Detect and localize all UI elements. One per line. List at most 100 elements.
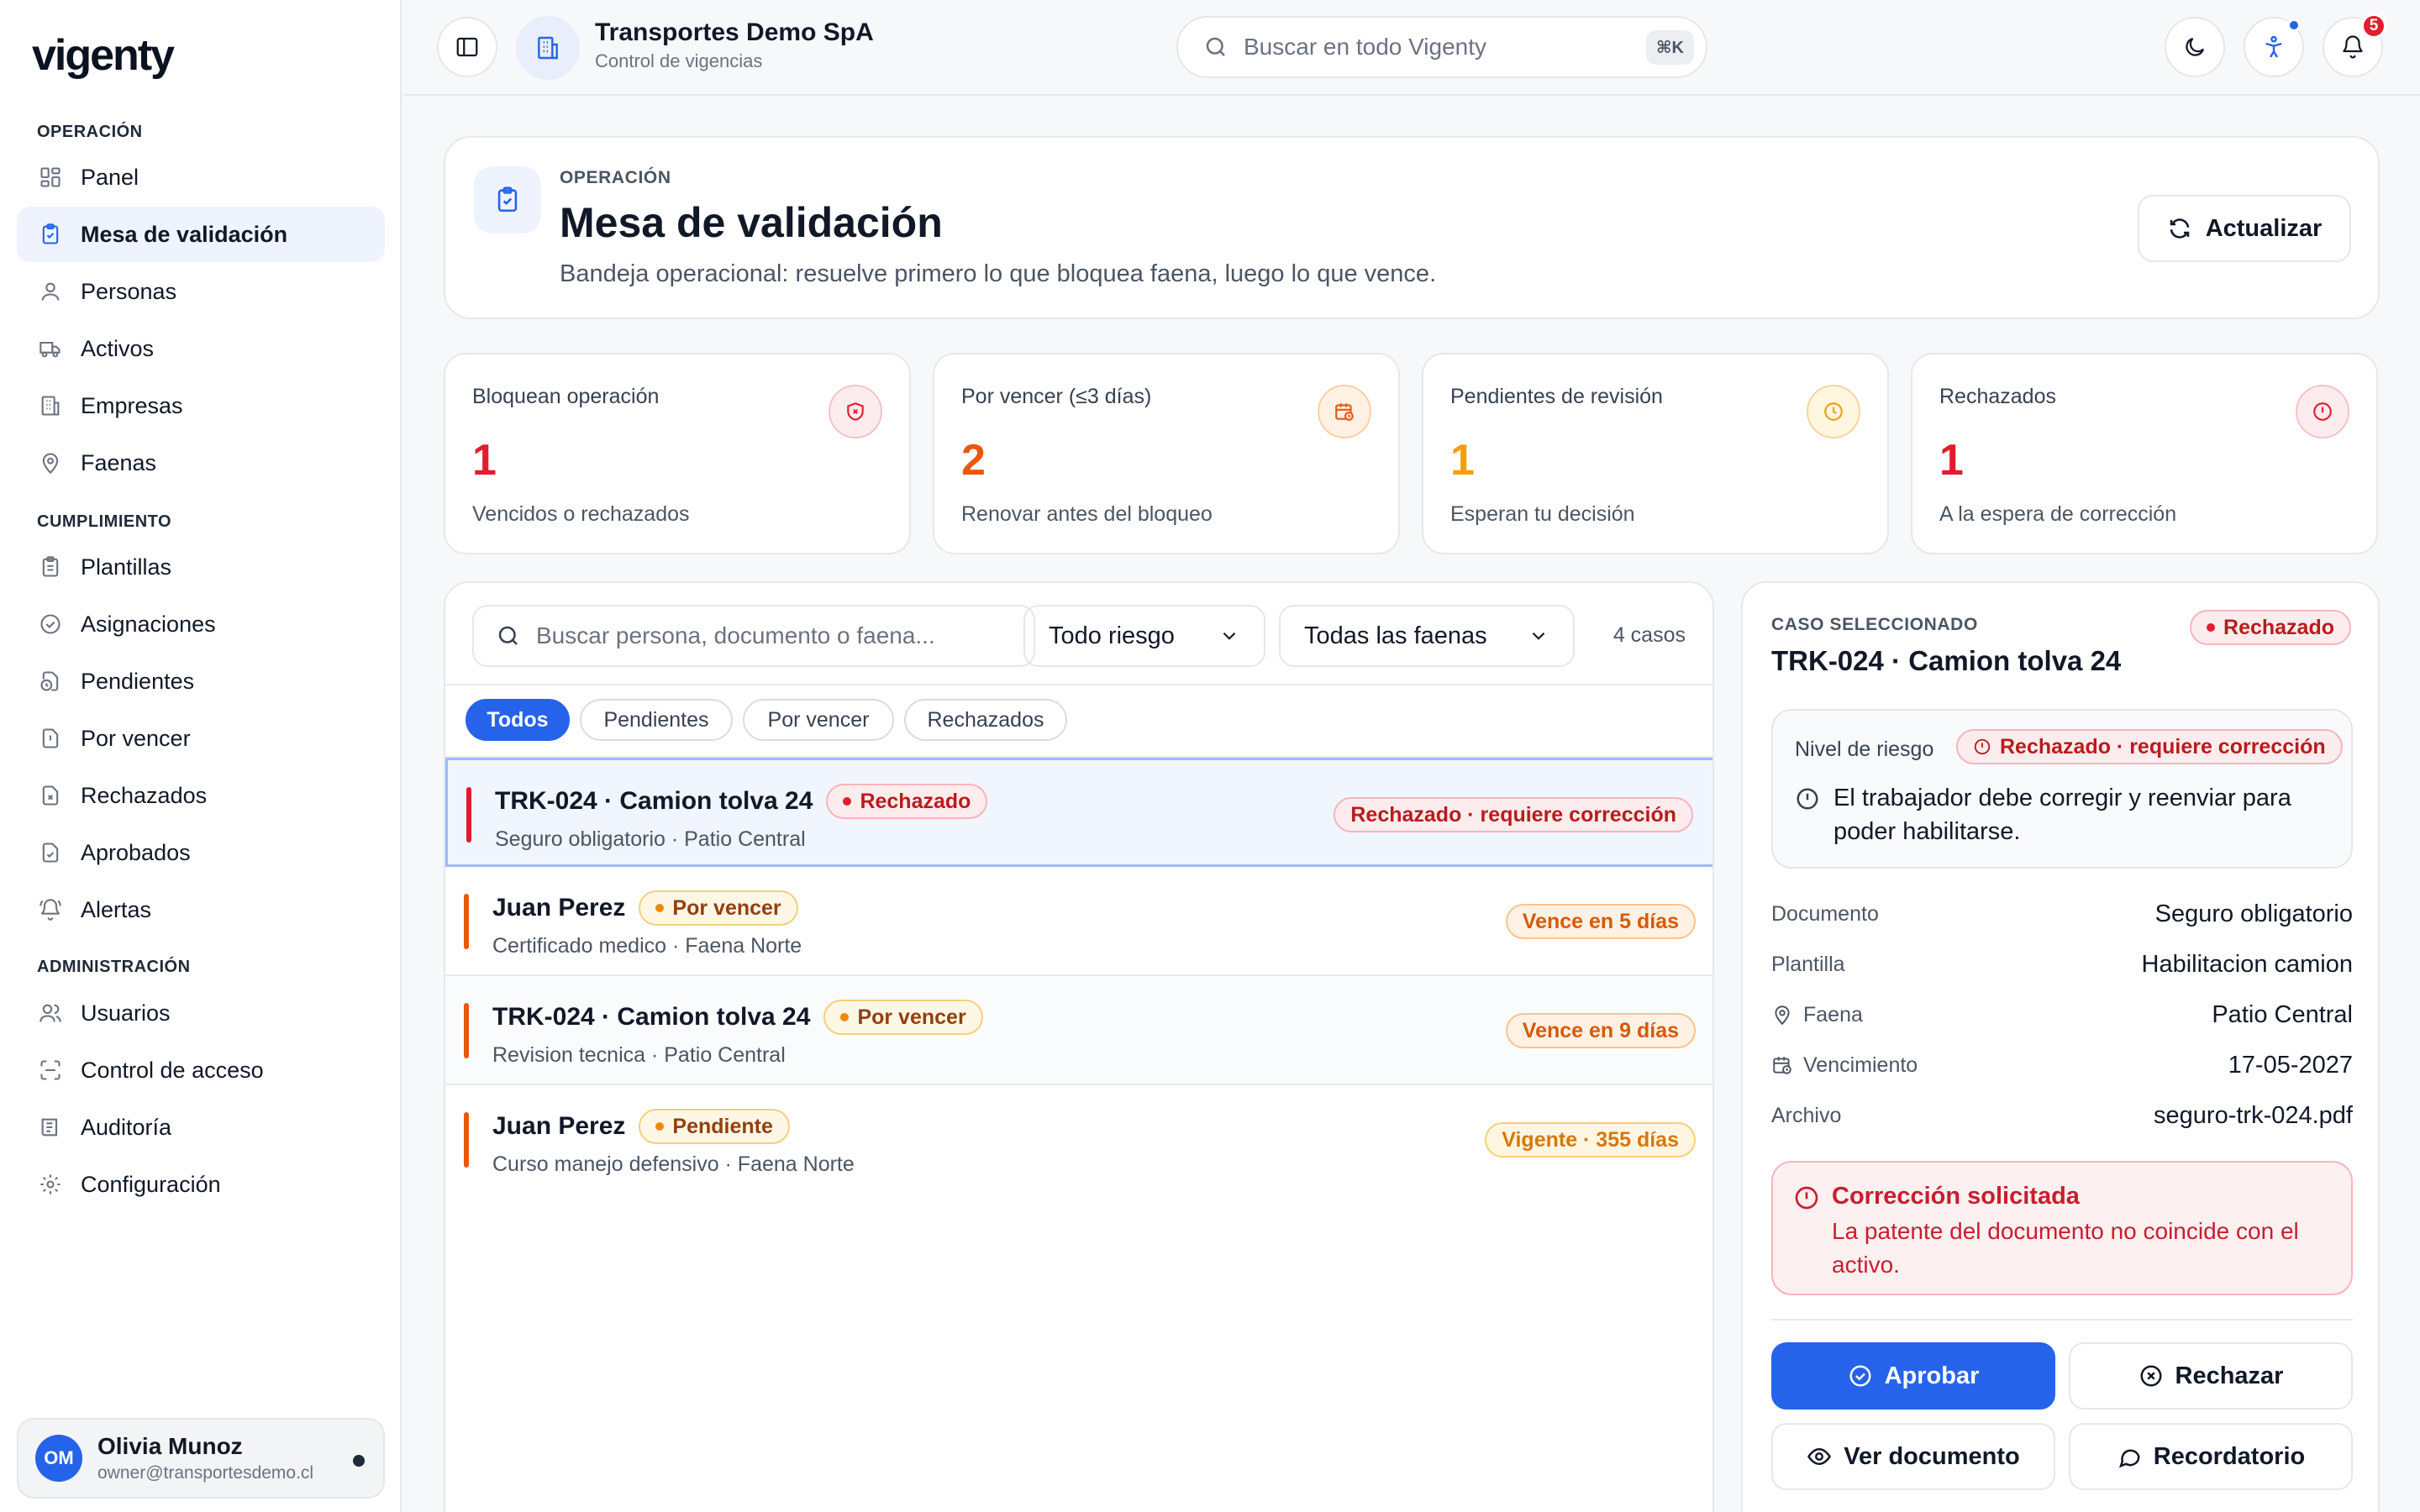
sidebar-item-mesa-validacion[interactable]: Mesa de validación xyxy=(17,207,385,262)
chevron-down-icon xyxy=(1528,625,1549,647)
avatar: OM xyxy=(35,1435,82,1482)
accessibility-button[interactable] xyxy=(2244,17,2304,77)
sidebar-item-pendientes[interactable]: Pendientes xyxy=(17,654,385,709)
sidebar-item-alertas[interactable]: Alertas xyxy=(17,882,385,937)
reminder-button[interactable]: Recordatorio xyxy=(2069,1423,2353,1490)
top-bar: Transportes Demo SpA Control de vigencia… xyxy=(403,0,2420,96)
toggle-sidebar-button[interactable] xyxy=(437,17,497,77)
file-clock-icon xyxy=(37,668,64,695)
sidebar-item-asignaciones[interactable]: Asignaciones xyxy=(17,596,385,652)
stat-sub: Vencidos o rechazados xyxy=(472,502,690,526)
users-icon xyxy=(37,1000,64,1026)
check-circle-icon xyxy=(37,611,64,638)
sidebar-item-label: Rechazados xyxy=(81,782,208,808)
moon-icon xyxy=(2182,34,2207,60)
case-search-input[interactable]: Buscar persona, documento o faena... xyxy=(472,605,1035,667)
sidebar-item-plantillas[interactable]: Plantillas xyxy=(17,539,385,595)
sidebar-item-rechazados[interactable]: Rechazados xyxy=(17,768,385,823)
shortcut-hint: ⌘K xyxy=(1646,29,1694,65)
sidebar-item-label: Panel xyxy=(81,164,139,190)
sidebar-item-control-acceso[interactable]: Control de acceso xyxy=(17,1042,385,1098)
table-row[interactable]: Juan Perez Pendiente Curso manejo defens… xyxy=(445,1085,1712,1194)
tab-por-vencer[interactable]: Por vencer xyxy=(743,699,894,741)
sidebar-item-usuarios[interactable]: Usuarios xyxy=(17,985,385,1041)
refresh-button[interactable]: Actualizar xyxy=(2138,195,2351,262)
table-row[interactable]: TRK-024 · Camion tolva 24 Por vencer Rev… xyxy=(445,976,1712,1085)
sidebar-item-auditoria[interactable]: Auditoría xyxy=(17,1100,385,1155)
check-circle-icon xyxy=(1848,1363,1873,1389)
sidebar-item-por-vencer[interactable]: Por vencer xyxy=(17,711,385,766)
risk-filter-select[interactable]: Todo riesgo xyxy=(1023,605,1265,667)
stat-label: Rechazados xyxy=(1939,385,2056,408)
tab-todos[interactable]: Todos xyxy=(466,699,570,741)
app-logo[interactable]: vigenty xyxy=(32,30,175,81)
sidebar-item-faenas[interactable]: Faenas xyxy=(17,435,385,491)
stat-card-bloquean[interactable]: Bloquean operación 1 Vencidos o rechazad… xyxy=(444,353,911,554)
site-filter-select[interactable]: Todas las faenas xyxy=(1279,605,1575,667)
table-row[interactable]: TRK-024 · Camion tolva 24 Rechazado Segu… xyxy=(445,758,1712,867)
refresh-icon xyxy=(2167,216,2192,241)
sidebar-toggle-icon xyxy=(455,34,480,60)
risk-message: El trabajador debe corregir y reenviar p… xyxy=(1833,785,2291,845)
stat-value: 1 xyxy=(1939,436,1964,485)
org-name[interactable]: Transportes Demo SpA xyxy=(595,18,874,47)
stat-sub: A la espera de corrección xyxy=(1939,502,2177,526)
row-title: TRK-024 · Camion tolva 24 xyxy=(495,787,813,815)
row-meta: Revision tecnica · Patio Central xyxy=(492,1043,786,1067)
page-title: Mesa de validación xyxy=(560,199,943,246)
detail-title: TRK-024 · Camion tolva 24 xyxy=(1771,645,2122,676)
sidebar-item-label: Plantillas xyxy=(81,554,172,580)
expiry-tag: Vence en 5 días xyxy=(1505,904,1696,939)
tab-rechazados[interactable]: Rechazados xyxy=(904,699,1067,741)
sidebar-item-label: Faenas xyxy=(81,449,157,475)
approve-button[interactable]: Aprobar xyxy=(1771,1342,2055,1410)
search-icon xyxy=(496,623,521,648)
file-alert-icon xyxy=(37,725,64,752)
file-check-icon xyxy=(37,839,64,866)
row-meta: Seguro obligatorio · Patio Central xyxy=(495,827,806,851)
view-document-button[interactable]: Ver documento xyxy=(1771,1423,2055,1490)
sidebar-item-panel[interactable]: Panel xyxy=(17,150,385,205)
tab-pendientes[interactable]: Pendientes xyxy=(580,699,733,741)
sidebar-item-label: Pendientes xyxy=(81,668,195,694)
map-pin-icon xyxy=(1771,1004,1793,1026)
sidebar-item-personas[interactable]: Personas xyxy=(17,264,385,319)
clipboard-check-icon xyxy=(37,221,64,248)
sidebar-item-activos[interactable]: Activos xyxy=(17,321,385,376)
calendar-clock-icon xyxy=(1318,385,1371,438)
field-faena: Faena Patio Central xyxy=(1771,998,2353,1032)
gear-icon xyxy=(37,1171,64,1198)
global-search-input[interactable]: Buscar en todo Vigenty ⌘K xyxy=(1176,16,1707,78)
stat-card-rechazados[interactable]: Rechazados 1 A la espera de corrección xyxy=(1911,353,2378,554)
clock-icon xyxy=(1807,385,1860,438)
nav-section-operacion: OPERACIÓN xyxy=(37,123,143,141)
risk-tag: Rechazado · requiere corrección xyxy=(1334,797,1693,832)
sidebar-item-label: Usuarios xyxy=(81,1000,171,1026)
user-name: Olivia Munoz xyxy=(97,1433,243,1459)
divider xyxy=(445,684,1712,685)
stat-label: Por vencer (≤3 días) xyxy=(961,385,1152,408)
stat-value: 2 xyxy=(961,436,986,485)
sidebar-item-empresas[interactable]: Empresas xyxy=(17,378,385,433)
page-eyebrow: OPERACIÓN xyxy=(560,168,671,187)
org-building-icon xyxy=(516,16,580,80)
reject-button[interactable]: Rechazar xyxy=(2069,1342,2353,1410)
case-count: 4 casos xyxy=(1612,623,1686,647)
calendar-clock-icon xyxy=(1771,1054,1793,1076)
sidebar-item-configuracion[interactable]: Configuración xyxy=(17,1157,385,1212)
sidebar-item-aprobados[interactable]: Aprobados xyxy=(17,825,385,880)
new-indicator-dot xyxy=(2287,18,2301,32)
correction-title: Corrección solicitada xyxy=(1832,1183,2080,1210)
notifications-button[interactable]: 5 xyxy=(2323,13,2386,77)
user-menu[interactable]: OM Olivia Munoz owner@transportesdemo.cl xyxy=(17,1418,385,1499)
stat-label: Pendientes de revisión xyxy=(1450,385,1663,408)
x-circle-icon xyxy=(2139,1363,2164,1389)
sidebar-item-label: Asignaciones xyxy=(81,611,216,637)
status-badge: Por vencer xyxy=(823,1000,983,1035)
status-badge: Por vencer xyxy=(639,890,798,926)
table-row[interactable]: Juan Perez Por vencer Certificado medico… xyxy=(445,867,1712,976)
case-detail-card: CASO SELECCIONADO TRK-024 · Camion tolva… xyxy=(1741,581,2380,1512)
stat-card-pendientes[interactable]: Pendientes de revisión 1 Esperan tu deci… xyxy=(1422,353,1889,554)
stat-card-por-vencer[interactable]: Por vencer (≤3 días) 2 Renovar antes del… xyxy=(933,353,1400,554)
theme-toggle-button[interactable] xyxy=(2165,17,2225,77)
